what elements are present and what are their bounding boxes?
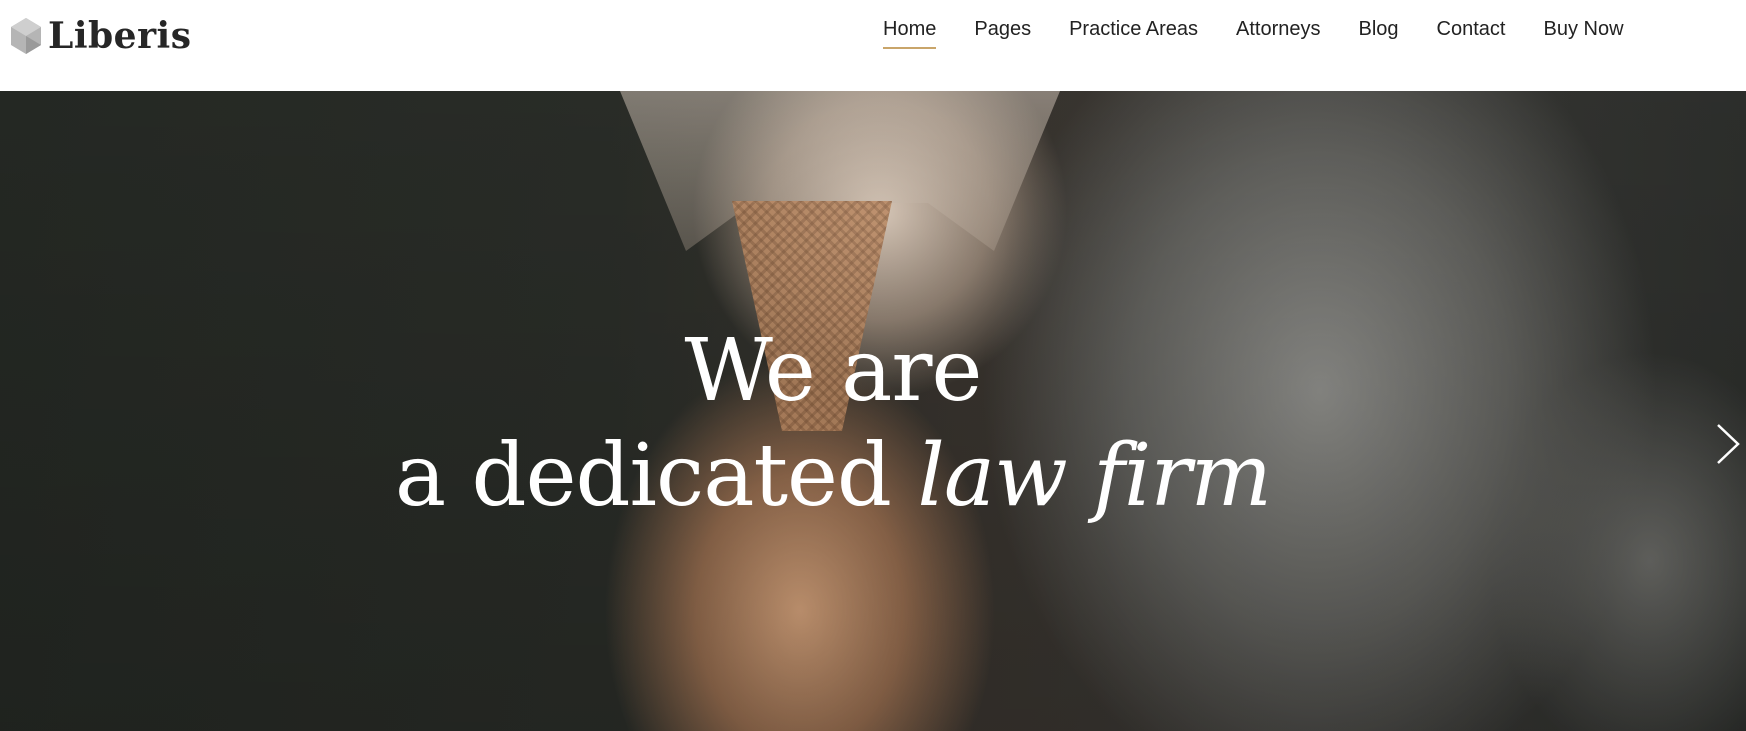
nav-item-practice-areas[interactable]: Practice Areas [1069, 18, 1198, 49]
hero-headline-plain: a dedicated [394, 426, 918, 526]
brand-logo[interactable]: Liberis [8, 14, 191, 58]
site-header: Liberis Home Pages Practice Areas Attorn… [0, 0, 1746, 91]
nav-item-blog[interactable]: Blog [1359, 18, 1399, 49]
hero-slider: We are a dedicated law firm [0, 91, 1746, 731]
main-nav: Home Pages Practice Areas Attorneys Blog… [883, 18, 1624, 49]
nav-item-contact[interactable]: Contact [1437, 18, 1506, 49]
hero-headline-line1: We are [684, 321, 983, 421]
hero-headline-line2: a dedicated law firm [0, 421, 1666, 531]
nav-item-attorneys[interactable]: Attorneys [1236, 18, 1320, 49]
brand-name: Liberis [48, 15, 192, 57]
nav-item-home[interactable]: Home [883, 18, 937, 49]
nav-item-pages[interactable]: Pages [974, 18, 1031, 49]
chevron-right-icon[interactable] [1712, 421, 1742, 467]
hero-headline: We are a dedicated law firm [0, 321, 1666, 531]
logo-mark-icon [11, 18, 41, 54]
nav-item-buy-now[interactable]: Buy Now [1543, 18, 1623, 49]
hero-headline-emphasis: law firm [917, 426, 1272, 526]
